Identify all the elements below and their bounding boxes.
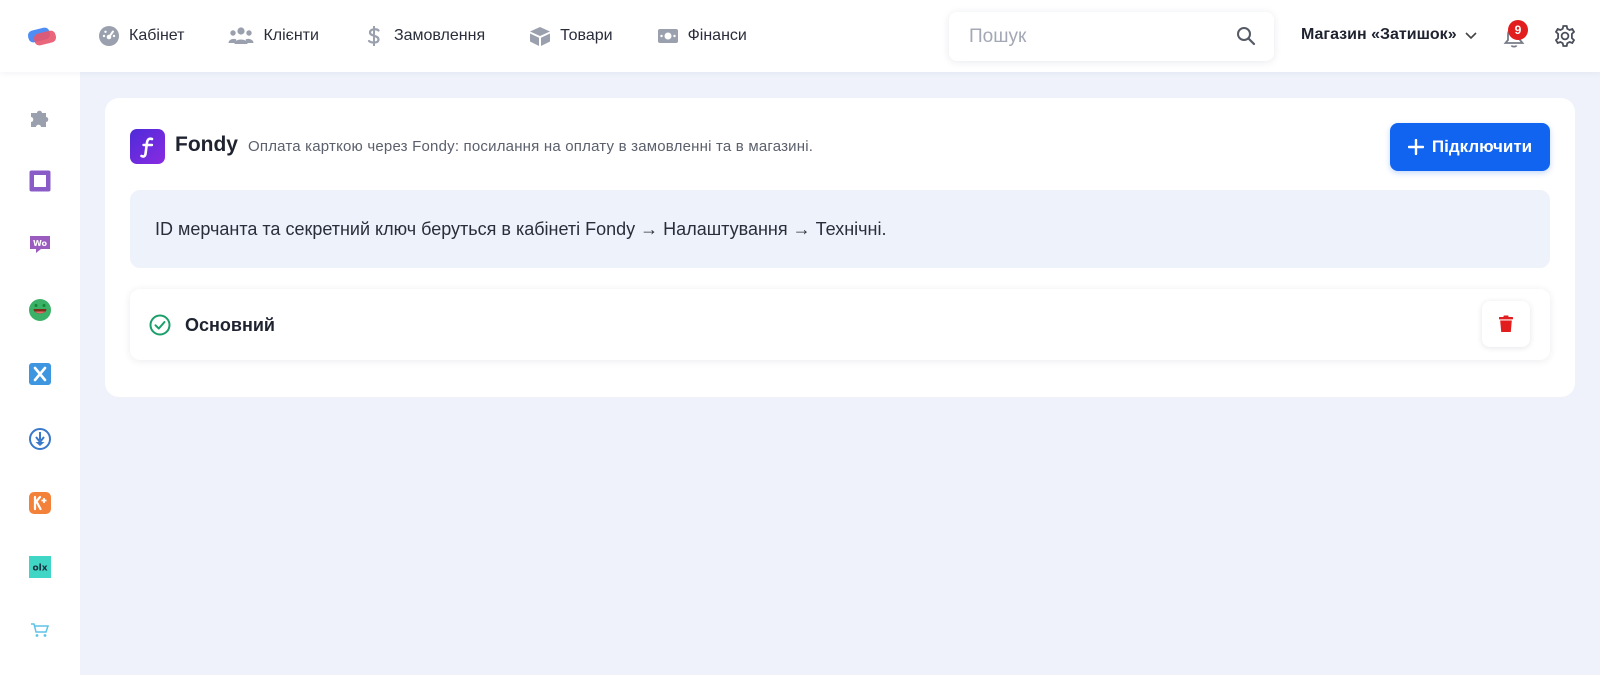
sidebar-item-download[interactable] — [28, 427, 52, 451]
search-input[interactable] — [969, 24, 1229, 50]
x-box-icon — [29, 363, 51, 385]
connect-button[interactable]: Підключити — [1390, 123, 1550, 171]
nav-item-finance[interactable]: Фінанси — [657, 25, 747, 47]
sidebar-item-smiley[interactable] — [28, 298, 52, 322]
sidebar-item-plugins[interactable] — [28, 106, 52, 130]
integration-description: Оплата карткою через Fondy: посилання на… — [248, 138, 814, 155]
nav-item-label: Клієнти — [263, 27, 319, 44]
puzzle-icon — [31, 110, 49, 127]
sidebar-item-x[interactable] — [28, 362, 52, 386]
sidebar-item-olx[interactable]: olx — [28, 555, 52, 579]
fondy-f-icon — [139, 136, 153, 158]
svg-text:olx: olx — [32, 564, 47, 574]
store-name: Магазин «Затишок» — [1301, 26, 1457, 43]
account-row: Основний — [130, 289, 1550, 360]
woocommerce-icon: Wo — [30, 236, 50, 253]
sidebar-item-woocommerce[interactable]: Wo — [28, 233, 52, 257]
svg-text:Wo: Wo — [33, 239, 48, 248]
olx-icon: olx — [29, 556, 51, 578]
search-box — [949, 12, 1274, 61]
chevron-down-icon — [1465, 32, 1477, 40]
info-box: ID мерчанта та секретний ключ беруться в… — [130, 190, 1550, 268]
info-text: ID мерчанта та секретний ключ беруться в… — [155, 219, 887, 239]
check-circle-icon — [149, 314, 171, 336]
fondy-logo — [130, 129, 165, 164]
dashboard-icon — [98, 25, 120, 47]
nav-item-label: Товари — [560, 27, 613, 44]
dollar-icon — [363, 25, 385, 47]
sidebar-item-cart[interactable] — [28, 618, 52, 642]
nav-item-dashboard[interactable]: Кабінет — [98, 25, 184, 47]
sidebar: Wo olx — [0, 72, 80, 675]
smiley-icon — [29, 299, 51, 321]
integration-title: Fondy — [175, 133, 238, 156]
nav-item-orders[interactable]: Замовлення — [363, 25, 485, 47]
nav-item-label: Кабінет — [129, 27, 185, 44]
store-selector[interactable]: Магазин «Затишок» — [1301, 26, 1478, 44]
nav-item-label: Замовлення — [393, 27, 486, 44]
connect-button-label: Підключити — [1431, 137, 1533, 156]
main-nav: Кабінет Клієнти Замовлення Товари Фінанс… — [98, 0, 791, 72]
users-icon — [228, 25, 254, 47]
sidebar-item-kplus[interactable] — [28, 491, 52, 515]
notification-badge: 9 — [1508, 20, 1528, 40]
integration-card: Fondy Оплата карткою через Fondy: посила… — [105, 98, 1575, 397]
box-icon — [529, 25, 551, 47]
search-icon[interactable] — [1236, 26, 1256, 46]
plus-icon — [1407, 139, 1424, 155]
trash-icon — [1499, 315, 1513, 332]
sidebar-item-frame[interactable] — [28, 169, 52, 193]
money-icon — [657, 25, 679, 47]
download-arrow-icon — [29, 428, 51, 450]
cart-icon — [31, 623, 50, 637]
app-logo[interactable] — [26, 25, 58, 47]
nav-item-label: Фінанси — [687, 27, 747, 44]
account-name: Основний — [185, 315, 275, 335]
gear-icon[interactable] — [1553, 24, 1577, 48]
square-frame-icon — [29, 170, 51, 192]
nav-item-products[interactable]: Товари — [529, 25, 613, 47]
k-plus-icon — [29, 492, 51, 514]
nav-item-clients[interactable]: Клієнти — [228, 25, 319, 47]
delete-button[interactable] — [1482, 301, 1530, 347]
top-bar: Кабінет Клієнти Замовлення Товари Фінанс… — [0, 0, 1600, 72]
